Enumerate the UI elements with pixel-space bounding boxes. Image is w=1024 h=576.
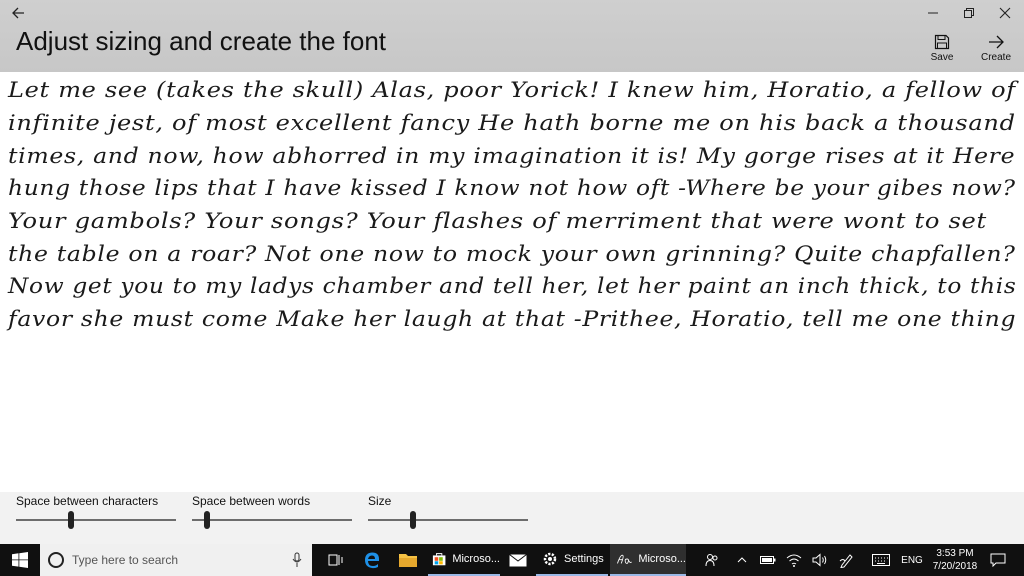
font-maker-icon — [617, 554, 632, 564]
close-icon — [999, 7, 1011, 19]
preview-line: Let me see (takes the skull) Alas, poor … — [8, 78, 1016, 102]
edge-button[interactable] — [356, 544, 388, 576]
start-button[interactable] — [0, 544, 40, 576]
folder-icon — [399, 554, 417, 567]
preview-line: Now get you to my ladys chamber and tell… — [8, 274, 1017, 298]
pen-icon — [839, 554, 853, 568]
word-spacing-label: Space between words — [192, 494, 311, 508]
touch-keyboard-button[interactable] — [868, 544, 894, 576]
restore-button[interactable] — [956, 4, 982, 22]
taskbar-app-label: Settings — [564, 553, 604, 565]
minimize-icon — [928, 12, 938, 14]
mail-button[interactable] — [502, 544, 534, 576]
windows-logo-icon — [12, 552, 28, 568]
size-label: Size — [368, 494, 392, 508]
taskbar-app-font-maker[interactable]: Microso... — [610, 544, 686, 576]
taskbar-app-store[interactable]: Microso... — [428, 544, 500, 576]
close-button[interactable] — [992, 4, 1018, 22]
char-spacing-label: Space between characters — [16, 494, 159, 508]
preview-line: Your gambols? Your songs? Your flashes o… — [8, 209, 987, 233]
edge-icon — [365, 552, 379, 569]
gear-icon — [543, 552, 557, 566]
save-button[interactable]: Save — [922, 34, 962, 70]
create-button[interactable]: Create — [976, 34, 1016, 70]
task-view-button[interactable] — [320, 544, 352, 576]
size-slider[interactable] — [368, 511, 528, 529]
restore-icon — [964, 8, 974, 18]
wifi-button[interactable] — [784, 544, 804, 576]
microphone-icon[interactable] — [292, 552, 302, 568]
mail-icon — [509, 553, 527, 566]
speaker-icon — [812, 553, 827, 567]
title-bar: Adjust sizing and create the font Save C… — [0, 0, 1024, 72]
clock[interactable]: 3:53 PM 7/20/2018 — [924, 547, 986, 573]
font-preview-area: Let me see (takes the skull) Alas, poor … — [0, 72, 1024, 492]
taskbar-app-label: Microso... — [452, 553, 500, 565]
save-icon — [934, 34, 950, 50]
word-spacing-thumb[interactable] — [204, 511, 210, 529]
notification-icon — [990, 553, 1006, 567]
arrow-right-icon — [989, 35, 1004, 49]
search-placeholder: Type here to search — [72, 553, 179, 567]
create-label: Create — [980, 52, 1011, 63]
pen-workspace-button[interactable] — [836, 544, 858, 576]
size-thumb[interactable] — [410, 511, 416, 529]
back-button[interactable] — [8, 4, 30, 22]
back-arrow-icon — [12, 7, 24, 19]
taskbar-app-label: Microso... — [638, 553, 686, 565]
page-title: Adjust sizing and create the font — [16, 26, 387, 56]
sizing-controls: Space between characters Space between w… — [0, 492, 1024, 544]
chevron-up-icon — [737, 557, 747, 563]
save-label: Save — [930, 52, 954, 63]
people-button[interactable] — [702, 544, 722, 576]
char-spacing-control: Space between characters — [16, 494, 176, 529]
keyboard-icon — [872, 554, 890, 566]
file-explorer-button[interactable] — [392, 544, 424, 576]
battery-icon — [760, 556, 776, 564]
preview-line: infinite jest, of most excellent fancy H… — [8, 111, 1016, 135]
cortana-icon — [48, 552, 64, 568]
taskbar-search[interactable]: Type here to search — [40, 544, 312, 576]
word-spacing-slider[interactable] — [192, 511, 352, 529]
people-icon — [705, 554, 718, 567]
taskbar-app-settings[interactable]: Settings — [536, 544, 608, 576]
minimize-button[interactable] — [920, 4, 946, 22]
taskbar: Type here to search Microso... Settings … — [0, 544, 1024, 576]
task-view-icon — [328, 554, 343, 566]
word-spacing-control: Space between words — [192, 494, 352, 529]
size-control: Size — [368, 494, 528, 529]
preview-line: the table on a roar? Not one now to mock… — [8, 242, 1016, 266]
clock-date: 7/20/2018 — [932, 561, 978, 572]
preview-line: favor she must come Make her laugh at th… — [8, 307, 1017, 331]
language-label: ENG — [901, 554, 923, 566]
battery-button[interactable] — [758, 544, 778, 576]
store-icon — [432, 553, 446, 566]
wifi-icon — [786, 554, 802, 567]
preview-line: times, and now, how abhorred in my imagi… — [8, 144, 1016, 168]
preview-line: hung those lips that I have kissed I kno… — [8, 176, 1016, 200]
show-hidden-icons-button[interactable] — [734, 544, 750, 576]
volume-button[interactable] — [810, 544, 830, 576]
clock-time: 3:53 PM — [936, 548, 974, 559]
language-indicator[interactable]: ENG — [898, 544, 926, 576]
action-center-button[interactable] — [986, 544, 1010, 576]
char-spacing-slider[interactable] — [16, 511, 176, 529]
char-spacing-thumb[interactable] — [68, 511, 74, 529]
font-maker-window: Adjust sizing and create the font Save C… — [0, 0, 1024, 544]
